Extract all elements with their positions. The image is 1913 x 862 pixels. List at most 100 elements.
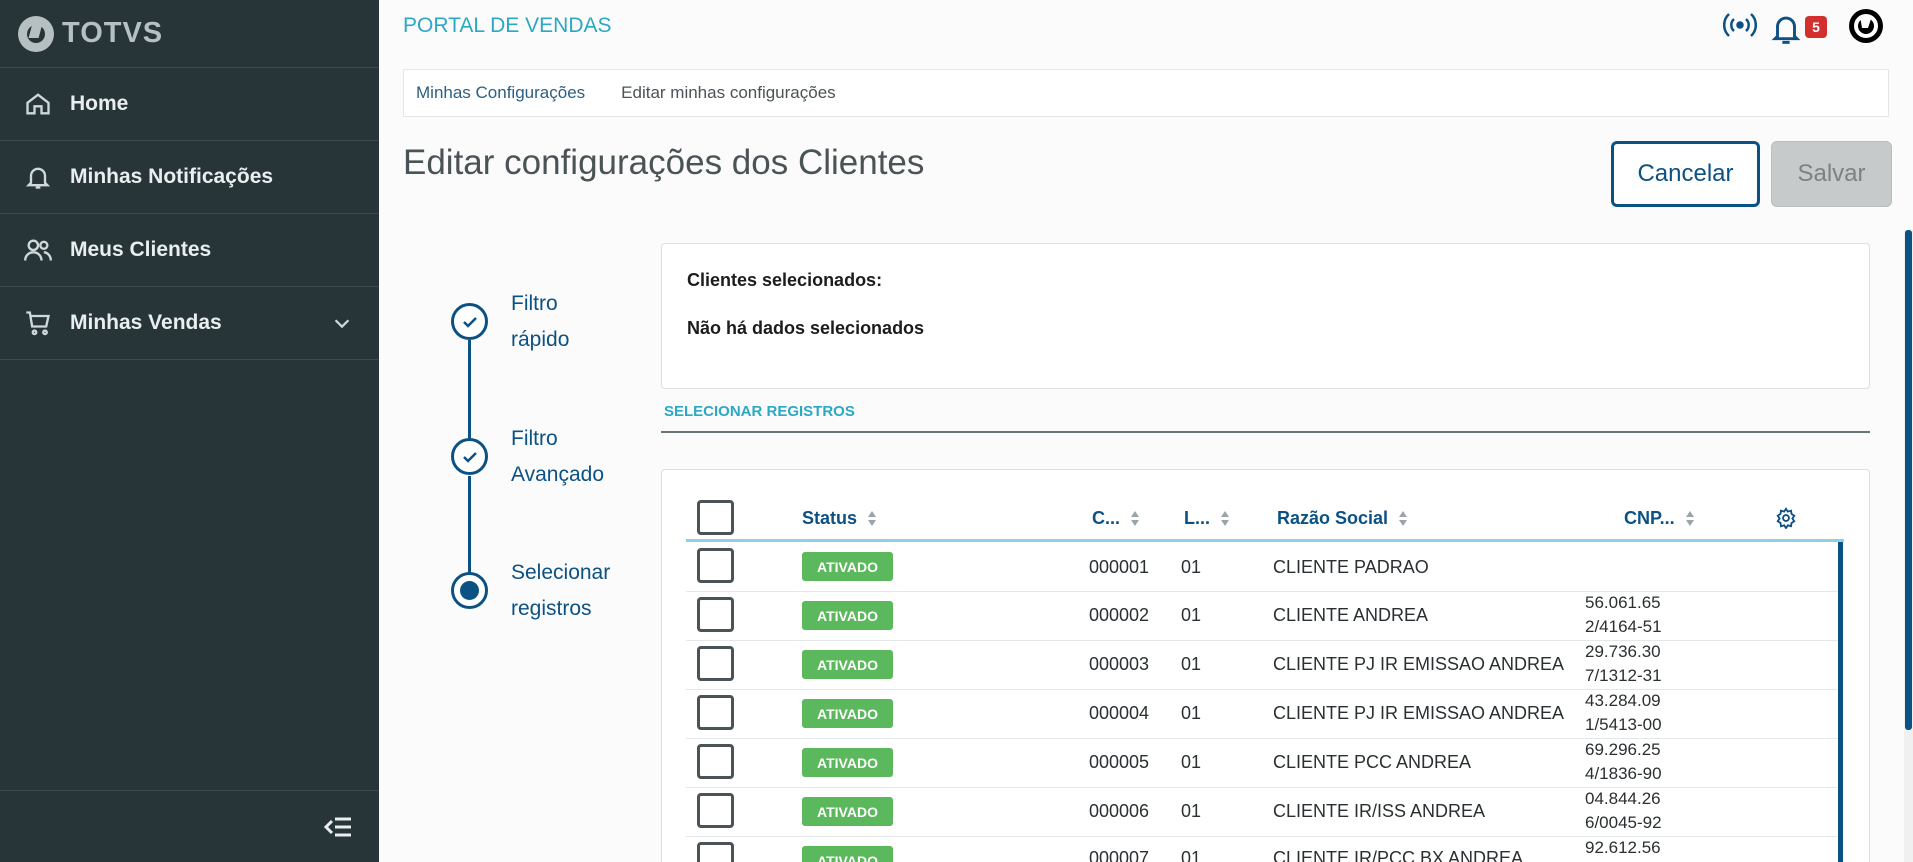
sort-icon	[867, 510, 877, 527]
cell-loja: 01	[1181, 605, 1202, 625]
user-avatar-icon[interactable]	[1848, 8, 1884, 44]
page-scrollbar-thumb[interactable]	[1905, 230, 1912, 730]
row-divider	[686, 787, 1838, 788]
cell-cnpj: 43.284.09 1/5413-00	[1585, 689, 1662, 737]
cancel-button[interactable]: Cancelar	[1611, 141, 1760, 207]
column-header-loja[interactable]: L...	[1184, 508, 1230, 529]
column-header-razao-social[interactable]: Razão Social	[1277, 508, 1408, 529]
cell-razao-social: CLIENTE IR/PCC BX ANDREA	[1273, 848, 1524, 862]
sidebar-item-vendas[interactable]: Minhas Vendas	[0, 287, 379, 360]
cell-razao-social: CLIENTE ANDREA	[1273, 605, 1429, 625]
step-label-line: registros	[511, 597, 592, 620]
chevron-down-icon	[334, 319, 350, 329]
column-header-label: Razão Social	[1277, 508, 1389, 528]
sort-icon	[1220, 510, 1230, 527]
cell-codigo: 000001	[1089, 557, 1150, 577]
users-icon	[24, 239, 52, 261]
step-label-filtro-rapido[interactable]: Filtro rápido	[511, 286, 569, 358]
selected-clients-panel: Clientes selecionados: Não há dados sele…	[661, 243, 1870, 389]
column-header-label: L...	[1184, 508, 1210, 528]
sidebar-item-label: Minhas Notificações	[70, 165, 274, 188]
cell-cnpj: 56.061.65 2/4164-51	[1585, 591, 1662, 639]
broadcast-icon[interactable]	[1723, 10, 1757, 40]
step-circle-filtro-rapido[interactable]	[451, 303, 488, 340]
step-circle-filtro-avancado[interactable]	[451, 438, 488, 475]
sidebar-item-label: Minhas Vendas	[70, 311, 222, 334]
cnpj-line: 92.612.56	[1585, 838, 1661, 857]
cell-razao-social: CLIENTE PJ IR EMISSAO ANDREA	[1273, 654, 1565, 674]
cnpj-line: 56.061.65	[1585, 593, 1661, 612]
page-title: Editar configurações dos Clientes	[403, 143, 925, 182]
column-header-cnpj[interactable]: CNP...	[1624, 508, 1695, 529]
breadcrumb: Minhas Configurações Editar minhas confi…	[403, 69, 1889, 117]
column-header-label: CNP...	[1624, 508, 1675, 528]
sidebar-item-notificacoes[interactable]: Minhas Notificações	[0, 141, 379, 214]
sort-icon	[1398, 510, 1408, 527]
cell-cnpj: 29.736.30 7/1312-31	[1585, 640, 1662, 688]
cell-loja: 01	[1181, 654, 1202, 674]
cell-codigo: 000004	[1089, 703, 1150, 723]
row-divider	[686, 738, 1838, 739]
sidebar-footer	[0, 790, 379, 862]
sidebar-item-home[interactable]: Home	[0, 68, 379, 141]
cell-codigo: 000003	[1089, 654, 1150, 674]
select-all-checkbox[interactable]	[697, 500, 734, 535]
cell-codigo: 000006	[1089, 801, 1150, 821]
collapse-menu-icon[interactable]	[323, 813, 353, 841]
row-checkbox[interactable]	[697, 646, 734, 681]
cell-codigo: 000002	[1089, 605, 1150, 625]
save-button: Salvar	[1771, 141, 1892, 207]
cnpj-line: 29.736.30	[1585, 642, 1661, 661]
active-step-dot	[460, 581, 479, 600]
cnpj-line: 2/4164-51	[1585, 617, 1662, 636]
row-checkbox[interactable]	[697, 842, 734, 862]
cell-razao-social: CLIENTE PJ IR EMISSAO ANDREA	[1273, 703, 1565, 723]
status-badge: ATIVADO	[802, 846, 893, 862]
row-checkbox[interactable]	[697, 695, 734, 730]
breadcrumb-current: Editar minhas configurações	[621, 83, 836, 102]
status-badge: ATIVADO	[802, 797, 893, 826]
step-label-filtro-avancado[interactable]: Filtro Avançado	[511, 421, 604, 493]
row-checkbox[interactable]	[697, 793, 734, 828]
step-circle-selecionar-registros[interactable]	[451, 572, 488, 609]
column-header-status[interactable]: Status	[802, 508, 877, 529]
totvs-logo[interactable]: TOTVS	[0, 0, 379, 68]
portal-title: PORTAL DE VENDAS	[403, 14, 612, 37]
notification-bell-icon[interactable]	[1771, 12, 1801, 46]
status-badge: ATIVADO	[802, 650, 893, 679]
column-header-codigo[interactable]: C...	[1092, 508, 1140, 529]
breadcrumb-link-configuracoes[interactable]: Minhas Configurações	[416, 83, 585, 103]
cell-loja: 01	[1181, 801, 1202, 821]
step-label-line: Avançado	[511, 463, 605, 486]
cell-loja: 01	[1181, 752, 1202, 772]
row-checkbox[interactable]	[697, 548, 734, 583]
sidebar-item-label: Meus Clientes	[70, 238, 212, 261]
notification-count-badge: 5	[1805, 16, 1827, 38]
step-label-line: Filtro	[511, 427, 558, 450]
column-header-label: C...	[1092, 508, 1121, 528]
sidebar: TOTVS Home Minhas Notificações Meus Clie…	[0, 0, 379, 862]
tab-underline	[661, 431, 1870, 433]
sidebar-item-clientes[interactable]: Meus Clientes	[0, 214, 379, 287]
cnpj-line: 7/1312-31	[1585, 666, 1662, 685]
tab-selecionar-registros[interactable]: SELECIONAR REGISTROS	[664, 403, 855, 420]
cell-razao-social: CLIENTE PADRAO	[1273, 557, 1429, 577]
settings-gear-icon[interactable]	[1775, 507, 1797, 529]
row-divider	[686, 836, 1838, 837]
cell-loja: 01	[1181, 703, 1202, 723]
cell-razao-social: CLIENTE IR/ISS ANDREA	[1273, 801, 1486, 821]
table-scroll-indicator[interactable]	[1838, 542, 1843, 862]
row-checkbox[interactable]	[697, 744, 734, 779]
step-label-line: Selecionar	[511, 561, 611, 584]
cnpj-line: 69.296.25	[1585, 740, 1661, 759]
sort-icon	[1130, 510, 1140, 527]
cnpj-line: 43.284.09	[1585, 691, 1661, 710]
table-header-divider	[686, 539, 1844, 542]
row-checkbox[interactable]	[697, 597, 734, 632]
cell-loja: 01	[1181, 848, 1202, 862]
cell-cnpj: 04.844.26 6/0045-92	[1585, 787, 1662, 835]
check-icon	[462, 451, 477, 463]
no-selection-message: Não há dados selecionados	[687, 318, 925, 338]
step-label-selecionar-registros[interactable]: Selecionar registros	[511, 555, 610, 627]
row-divider	[686, 689, 1838, 690]
